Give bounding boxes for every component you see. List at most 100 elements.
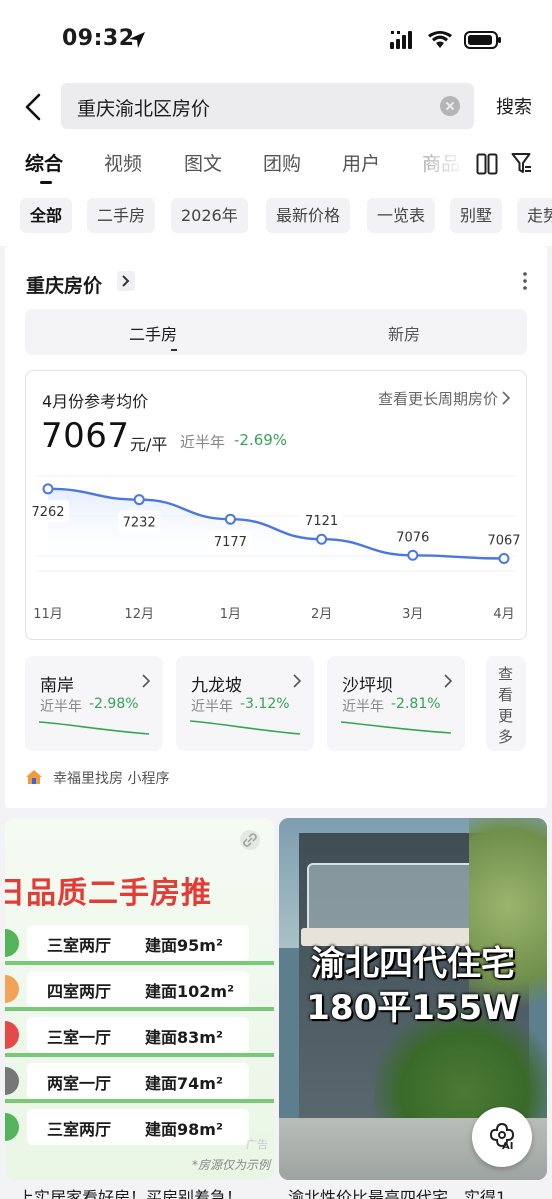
chip-latest-price[interactable]: 最新价格	[266, 198, 351, 233]
ad-disclaimer: *房源仅为示例	[191, 1158, 270, 1172]
status-time: 09:32	[62, 26, 135, 51]
segment-indicator	[171, 349, 177, 351]
data-label: 7232	[123, 516, 156, 531]
data-point	[316, 533, 328, 545]
feed-captions: 上实居家看好房！买房别着急！ 渝北性价比最高四代宅，实得1	[0, 1180, 552, 1199]
chip-villa[interactable]: 别墅	[450, 198, 503, 233]
district-list: 南岸 近半年 -2.98% 九龙坡 近半年 -3.12% 沙坪坝 近半年 -2.…	[25, 656, 547, 751]
x-tick-label: 1月	[220, 607, 241, 622]
price-period-label: 4月份参考均价	[42, 392, 149, 411]
title-chevron-icon[interactable]	[117, 271, 135, 291]
data-point	[42, 483, 54, 495]
district-half-year-label: 近半年	[40, 699, 82, 715]
x-tick-label: 12月	[124, 607, 154, 622]
floor-area: 建面74m²	[145, 1074, 223, 1093]
district-change: -3.12%	[240, 696, 290, 712]
district-card-nanan[interactable]: 南岸 近半年 -2.98%	[25, 656, 163, 751]
floor-area: 建面83m²	[145, 1028, 223, 1047]
longer-period-link[interactable]: 查看更长周期房价	[378, 388, 498, 409]
link-icon[interactable]	[240, 830, 260, 850]
data-point	[133, 494, 145, 506]
ai-assistant-button[interactable]: AI	[472, 1107, 532, 1167]
filter-chips: 全部 二手房 2026年 最新价格 一览表 别墅 走势	[0, 188, 552, 246]
district-sparkline	[190, 720, 300, 735]
data-label: 7076	[396, 530, 429, 545]
price-summary: 4月份参考均价 查看更长周期房价 7067 元/平 近半年 -2.69% 726…	[25, 370, 527, 640]
feed-item-ad[interactable]: 日品质二手房推 三室两厅 建面95m² 四室两厅 建面102m² 三室一厅 建面…	[5, 818, 274, 1180]
district-name: 南岸	[40, 676, 74, 696]
data-label: 7262	[31, 505, 64, 520]
listing-row: 两室一厅 建面74m²	[5, 1061, 274, 1103]
filter-icon[interactable]	[511, 152, 533, 176]
half-year-change: -2.69%	[234, 431, 288, 449]
ai-label: AI	[502, 1141, 514, 1152]
house-logo-icon	[26, 770, 42, 784]
district-name: 九龙坡	[191, 676, 242, 696]
room-type: 三室一厅	[47, 1028, 112, 1047]
back-arrow-icon[interactable]	[22, 92, 46, 122]
listing-row: 三室一厅 建面83m²	[5, 1015, 274, 1057]
segment-new-home[interactable]: 新房	[388, 321, 420, 345]
floor-area: 建面102m²	[145, 982, 235, 1001]
chevron-right-icon[interactable]	[502, 391, 510, 405]
x-tick-label: 4月	[493, 607, 514, 622]
x-tick-label: 11月	[33, 607, 63, 622]
floor-area: 建面95m²	[145, 936, 223, 955]
room-type: 三室两厅	[47, 936, 112, 955]
tab-comprehensive[interactable]: 综合	[25, 149, 63, 176]
battery-icon	[464, 31, 501, 49]
more-options-icon[interactable]	[523, 272, 527, 290]
district-card-jiulongpo[interactable]: 九龙坡 近半年 -3.12%	[176, 656, 314, 751]
data-point	[498, 553, 510, 564]
category-tabs: 综合 视频 图文 团购 用户 商品	[0, 140, 552, 188]
status-bar: 09:32	[0, 0, 552, 80]
data-label: 7177	[214, 535, 247, 550]
wifi-icon	[428, 31, 452, 48]
tab-image-text[interactable]: 图文	[184, 149, 222, 176]
more-districts-button[interactable]: 查看更多	[486, 656, 526, 751]
x-tick-label: 3月	[402, 607, 423, 622]
chip-2026[interactable]: 2026年	[171, 198, 248, 233]
location-arrow-icon	[129, 32, 145, 48]
price-unit: 元/平	[130, 435, 168, 454]
listing-row: 三室两厅 建面98m²	[5, 1107, 274, 1147]
clear-icon[interactable]	[440, 96, 460, 116]
district-name: 沙坪坝	[342, 676, 393, 696]
chevron-right-icon	[293, 674, 301, 688]
source-label: 幸福里找房 小程序	[53, 771, 170, 787]
headline-line-2: 180平155W	[306, 988, 520, 1028]
listing-row: 四室两厅 建面102m²	[5, 969, 274, 1011]
chip-overview-list[interactable]: 一览表	[367, 198, 436, 233]
data-label: 7067	[487, 534, 520, 549]
chip-all[interactable]: 全部	[20, 198, 73, 233]
x-tick-label: 2月	[311, 607, 332, 622]
district-half-year-label: 近半年	[191, 699, 233, 715]
layout-toggle-icon[interactable]	[476, 153, 498, 175]
caption-left[interactable]: 上实居家看好房！买房别着急！	[18, 1184, 242, 1199]
district-sparkline	[39, 721, 149, 735]
tab-users[interactable]: 用户	[342, 149, 380, 176]
chip-trend[interactable]: 走势	[517, 198, 552, 233]
segment-second-hand[interactable]: 二手房	[129, 321, 177, 345]
district-card-shapingba[interactable]: 沙坪坝 近半年 -2.81%	[327, 656, 465, 751]
search-query-text: 重庆渝北区房价	[77, 98, 211, 120]
chip-second-hand[interactable]: 二手房	[87, 198, 156, 233]
district-sparkline	[341, 721, 451, 734]
tab-group-buy[interactable]: 团购	[263, 149, 301, 176]
search-input[interactable]: 重庆渝北区房价	[61, 83, 474, 129]
active-tab-indicator	[40, 181, 52, 184]
feed-item-residence[interactable]: 渝北四代住宅 180平155W AI	[279, 818, 547, 1180]
caption-right[interactable]: 渝北性价比最高四代宅，实得1	[288, 1184, 506, 1199]
district-half-year-label: 近半年	[342, 699, 384, 715]
headline-line-1: 渝北四代住宅	[311, 944, 515, 984]
card-title[interactable]: 重庆房价	[26, 271, 102, 298]
data-label: 7121	[305, 514, 338, 529]
tab-video[interactable]: 视频	[104, 149, 142, 176]
property-type-segment: 二手房 新房	[25, 309, 527, 355]
chevron-right-icon	[142, 674, 150, 688]
listing-row: 三室两厅 建面95m²	[5, 923, 274, 965]
price-trend-chart[interactable]: 7262 11月 7232 12月 7177 1月 7121 2月 7076 3月 7067 4月	[26, 466, 526, 626]
data-point	[407, 549, 419, 561]
search-button[interactable]: 搜索	[496, 93, 532, 119]
more-districts-label: 查看更多	[498, 665, 514, 746]
